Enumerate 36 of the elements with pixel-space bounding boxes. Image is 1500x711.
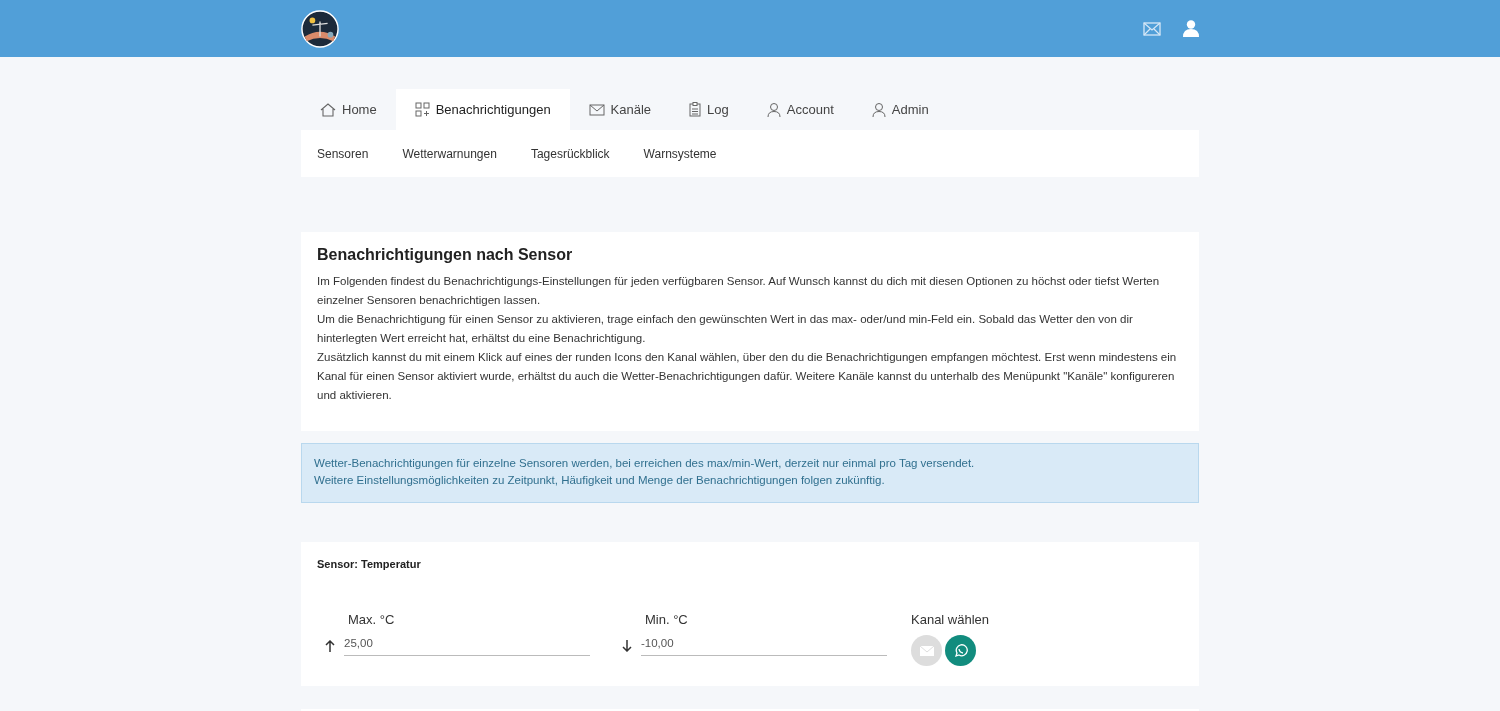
intro-paragraph: Zusätzlich kannst du mit einem Klick auf eines der runden Icons den Kanal wählen, über den du die Benachrichtigungen empfangen möchtest. Erst wenn mindestens ein Kanal für einen Sensor aktiviert wurde, erhältst du auch die Wetter-Benachrichtigungen dafür. Weitere Kanäle kannst du unterhalb des Menüpunkt "Kanäle" konfigureren und aktivieren.: [317, 350, 1178, 403]
intro-paragraph: Um die Benachrichtigung für einen Sensor zu aktivieren, trage einfach den gewünschten Wert in das max- oder/und min-Feld ein. Sobald das Wetter den von dir hinterlegten Wert erreicht hat, erhältst du eine Benachrichtigung.: [317, 312, 1134, 346]
chat-bubble-icon: [953, 643, 968, 658]
person-icon: [871, 102, 886, 117]
subnav-link[interactable]: Wetterwarnungen: [402, 146, 497, 161]
subnav-link[interactable]: Warnsysteme: [643, 146, 717, 161]
envelope-icon: [588, 103, 605, 116]
nav-tab[interactable]: Home: [301, 89, 396, 130]
nav-tab[interactable]: Account: [747, 89, 853, 130]
nav-tab[interactable]: Kanäle: [569, 89, 671, 130]
grid-icon: [414, 102, 430, 117]
notice-text: Weitere Einstellungsmöglichkeiten zu Zeitpunkt, Häufigkeit und Menge der Benachrichtigungen folgen zukünftig.: [314, 473, 886, 488]
channel-label: Kanal wählen: [911, 612, 990, 627]
whatsapp-channel-button[interactable]: [945, 635, 976, 666]
input-field[interactable]: -10,00: [641, 635, 887, 656]
intro-title: Benachrichtigungen nach Sensor: [317, 246, 574, 264]
user-icon[interactable]: [1183, 20, 1199, 37]
arrow-down-icon: [622, 639, 632, 652]
nav-tab[interactable]: Benachrichtigungen: [395, 89, 570, 130]
nav-tab[interactable]: Admin: [852, 89, 948, 130]
sensor-title: Sensor: Temperatur: [317, 558, 422, 570]
logo-icon[interactable]: [301, 9, 339, 48]
intro-paragraph: Im Folgenden findest du Benachrichtigungs-Einstellungen für jeden verfügbaren Sensor. Auf Wunsch kannst du dich mit diesen Optionen zu höchst oder tiefst Werten einzelner Sensoren benachrichtigen lassen.: [317, 274, 1161, 308]
arrow-up-icon: [325, 639, 335, 652]
notice-text: Wetter-Benachrichtigungen für einzelne Sensoren werden, bei erreichen des max/min-Wert, derzeit nur einmal pro Tag versendet.: [314, 456, 976, 471]
subnav-link[interactable]: Tagesrückblick: [530, 146, 610, 161]
field-label: Max. °C: [348, 612, 396, 627]
mail-icon[interactable]: [1143, 21, 1161, 36]
clipboard-icon: [689, 102, 702, 117]
person-icon: [766, 102, 781, 117]
input-field[interactable]: 25,00: [344, 635, 590, 656]
field-label: Min. °C: [645, 612, 689, 627]
subnav-link[interactable]: Sensoren: [317, 146, 369, 161]
house-icon: [320, 102, 336, 117]
envelope-icon: [919, 645, 934, 656]
nav-tab[interactable]: Log: [670, 89, 748, 130]
